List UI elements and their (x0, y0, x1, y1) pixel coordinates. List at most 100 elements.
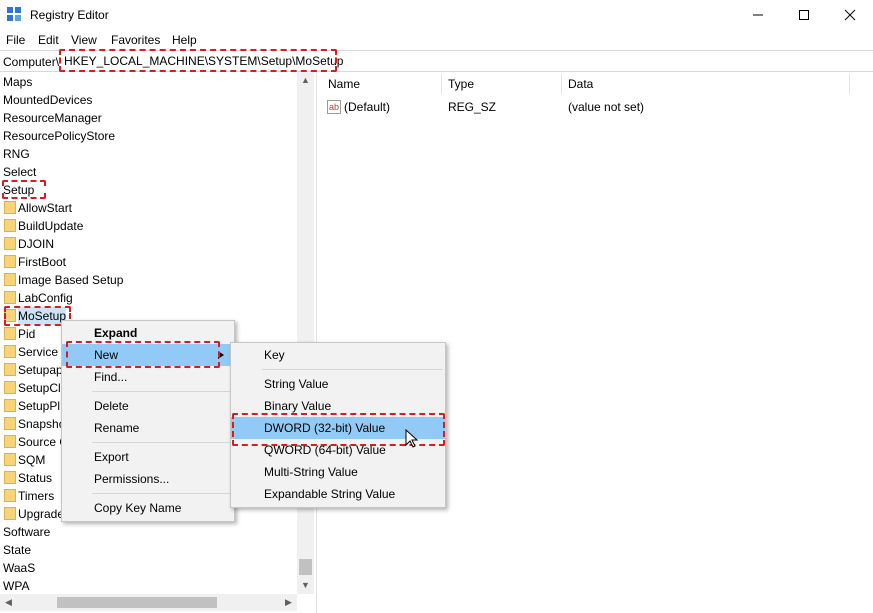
tree-item-service[interactable]: Service (0, 343, 60, 361)
submenu-arrow-icon (218, 351, 224, 359)
tree-item-snapshot[interactable]: Snapsho (0, 415, 65, 433)
menu-item-find[interactable]: Find... (62, 366, 234, 388)
folder-icon (4, 381, 16, 394)
scroll-up-icon[interactable]: ▲ (297, 72, 314, 89)
tree-item-djoin[interactable]: DJOIN (0, 235, 260, 253)
column-separator[interactable] (441, 74, 442, 94)
column-header-type[interactable]: Type (448, 77, 474, 91)
maximize-icon (799, 10, 809, 20)
minimize-button[interactable] (735, 0, 781, 30)
tree-item-setupap[interactable]: Setupap (0, 361, 63, 379)
menu-favorites[interactable]: Favorites (111, 33, 160, 47)
tree-item-sqm[interactable]: SQM (0, 451, 60, 469)
submenu-item-multi-string-value[interactable]: Multi-String Value (231, 461, 445, 483)
folder-icon (4, 309, 16, 322)
folder-icon (4, 489, 16, 502)
menu-separator (92, 391, 232, 392)
tree-item-status[interactable]: Status (0, 469, 60, 487)
menu-item-export[interactable]: Export (62, 446, 234, 468)
address-prefix: Computer\ (3, 55, 60, 69)
folder-icon (4, 255, 16, 268)
tree-item-allowstart[interactable]: AllowStart (0, 199, 260, 217)
column-separator[interactable] (849, 74, 850, 94)
folder-icon (4, 471, 16, 484)
folder-icon (4, 219, 16, 232)
tree-item-resourcepolicystore[interactable]: ResourcePolicyStore (3, 127, 115, 145)
mouse-cursor-icon (405, 429, 419, 448)
registry-app-icon (7, 7, 21, 21)
window-title: Registry Editor (30, 8, 109, 22)
tree-item-upgrade[interactable]: Upgrade (0, 505, 64, 523)
value-row-default[interactable]: ab (Default) REG_SZ (value not set) (320, 98, 850, 116)
tree-item-rng[interactable]: RNG (3, 145, 30, 163)
menu-separator (92, 442, 232, 443)
tree-item-pid[interactable]: Pid (0, 325, 60, 343)
scroll-right-icon[interactable]: ▶ (280, 594, 297, 611)
tree-item-software[interactable]: Software (3, 523, 50, 541)
tree-vertical-scrollbar[interactable]: ▲ ▼ (297, 72, 314, 594)
tree-item-buildupdate[interactable]: BuildUpdate (0, 217, 260, 235)
tree-item-image-based-setup[interactable]: Image Based Setup (0, 271, 260, 289)
maximize-button[interactable] (781, 0, 827, 30)
context-menu: Expand New Find... Delete Rename Export … (61, 320, 235, 522)
address-path[interactable]: HKEY_LOCAL_MACHINE\SYSTEM\Setup\MoSetup (62, 54, 345, 68)
close-button[interactable] (827, 0, 873, 30)
menu-bar: File Edit View Favorites Help (0, 30, 873, 50)
tree-horizontal-scrollbar[interactable]: ◀ ▶ (0, 594, 297, 611)
tree-item-source-os[interactable]: Source O (0, 433, 69, 451)
menu-item-rename[interactable]: Rename (62, 417, 234, 439)
menu-item-delete[interactable]: Delete (62, 395, 234, 417)
vertical-scroll-thumb[interactable] (299, 559, 312, 575)
address-bar[interactable]: Computer\ HKEY_LOCAL_MACHINE\SYSTEM\Setu… (0, 50, 873, 72)
tree-item-mounteddevices[interactable]: MountedDevices (3, 91, 92, 109)
menu-item-permissions[interactable]: Permissions... (62, 468, 234, 490)
scroll-left-icon[interactable]: ◀ (0, 594, 17, 611)
folder-icon (4, 417, 16, 430)
value-type: REG_SZ (448, 100, 497, 114)
folder-icon (4, 237, 16, 250)
new-submenu: Key String Value Binary Value DWORD (32-… (230, 342, 446, 508)
folder-icon (4, 327, 16, 340)
value-name: (Default) (344, 100, 391, 114)
tree-item-wpa[interactable]: WPA (3, 577, 29, 595)
folder-icon (4, 507, 16, 520)
tree-item-firstboot[interactable]: FirstBoot (0, 253, 260, 271)
tree-item-select[interactable]: Select (3, 163, 36, 181)
tree-item-timers[interactable]: Timers (0, 487, 60, 505)
tree-item-waas[interactable]: WaaS (3, 559, 35, 577)
column-separator[interactable] (561, 74, 562, 94)
menu-file[interactable]: File (6, 33, 25, 47)
folder-icon (4, 201, 16, 214)
folder-icon (4, 453, 16, 466)
menu-item-expand[interactable]: Expand (62, 322, 234, 344)
horizontal-scroll-thumb[interactable] (57, 597, 217, 608)
menu-item-new[interactable]: New (62, 344, 234, 366)
string-value-icon: ab (327, 100, 341, 114)
folder-icon (4, 435, 16, 448)
folder-icon (4, 273, 16, 286)
folder-icon (4, 345, 16, 358)
menu-item-copy-key-name[interactable]: Copy Key Name (62, 497, 234, 519)
menu-edit[interactable]: Edit (38, 33, 59, 47)
tree-item-labconfig[interactable]: LabConfig (0, 289, 260, 307)
column-header-data[interactable]: Data (568, 77, 593, 91)
menu-help[interactable]: Help (172, 33, 197, 47)
folder-icon (4, 363, 16, 376)
tree-item-setuppl[interactable]: SetupPl (0, 397, 60, 415)
folder-icon (4, 399, 16, 412)
tree-item-setup[interactable]: Setup (3, 181, 34, 199)
scroll-down-icon[interactable]: ▼ (297, 577, 314, 594)
submenu-item-key[interactable]: Key (231, 344, 445, 366)
submenu-item-binary-value[interactable]: Binary Value (231, 395, 445, 417)
tree-item-state[interactable]: State (3, 541, 31, 559)
value-data: (value not set) (568, 100, 645, 114)
submenu-item-expandable-string-value[interactable]: Expandable String Value (231, 483, 445, 505)
close-icon (844, 9, 856, 21)
menu-separator (92, 493, 232, 494)
tree-item-setupcl[interactable]: SetupCl (0, 379, 61, 397)
column-header-name[interactable]: Name (328, 77, 360, 91)
submenu-item-string-value[interactable]: String Value (231, 373, 445, 395)
tree-item-maps[interactable]: Maps (3, 73, 32, 91)
tree-item-resourcemanager[interactable]: ResourceManager (3, 109, 102, 127)
menu-view[interactable]: View (71, 33, 97, 47)
